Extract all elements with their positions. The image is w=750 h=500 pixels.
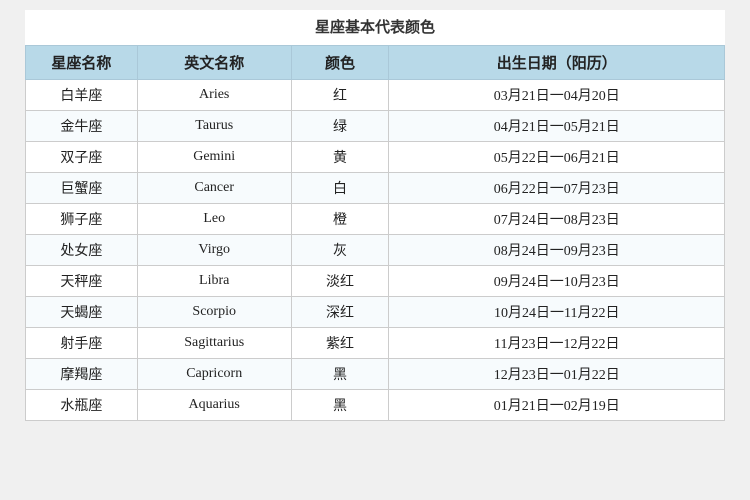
- cell-color: 橙: [291, 204, 389, 235]
- cell-zh-name: 白羊座: [26, 80, 138, 111]
- cell-date: 06月22日一07月23日: [389, 173, 725, 204]
- cell-color: 绿: [291, 111, 389, 142]
- table-row: 摩羯座Capricorn黑12月23日一01月22日: [26, 359, 725, 390]
- cell-date: 07月24日一08月23日: [389, 204, 725, 235]
- zodiac-table: 星座名称 英文名称 颜色 出生日期（阳历） 白羊座Aries红03月21日一04…: [25, 45, 725, 421]
- table-row: 天秤座Libra淡红09月24日一10月23日: [26, 266, 725, 297]
- cell-date: 09月24日一10月23日: [389, 266, 725, 297]
- cell-en-name: Libra: [137, 266, 291, 297]
- table-row: 处女座Virgo灰08月24日一09月23日: [26, 235, 725, 266]
- cell-date: 08月24日一09月23日: [389, 235, 725, 266]
- cell-color: 紫红: [291, 328, 389, 359]
- cell-en-name: Aquarius: [137, 390, 291, 421]
- cell-color: 黄: [291, 142, 389, 173]
- header-date: 出生日期（阳历）: [389, 46, 725, 80]
- table-row: 水瓶座Aquarius黑01月21日一02月19日: [26, 390, 725, 421]
- cell-zh-name: 射手座: [26, 328, 138, 359]
- cell-date: 04月21日一05月21日: [389, 111, 725, 142]
- cell-en-name: Sagittarius: [137, 328, 291, 359]
- cell-zh-name: 双子座: [26, 142, 138, 173]
- cell-en-name: Cancer: [137, 173, 291, 204]
- header-zh-name: 星座名称: [26, 46, 138, 80]
- page-title: 星座基本代表颜色: [25, 10, 725, 45]
- table-row: 狮子座Leo橙07月24日一08月23日: [26, 204, 725, 235]
- cell-date: 10月24日一11月22日: [389, 297, 725, 328]
- cell-zh-name: 天秤座: [26, 266, 138, 297]
- cell-color: 黑: [291, 390, 389, 421]
- table-row: 金牛座Taurus绿04月21日一05月21日: [26, 111, 725, 142]
- cell-color: 淡红: [291, 266, 389, 297]
- cell-date: 01月21日一02月19日: [389, 390, 725, 421]
- cell-en-name: Gemini: [137, 142, 291, 173]
- cell-color: 深红: [291, 297, 389, 328]
- cell-zh-name: 巨蟹座: [26, 173, 138, 204]
- cell-en-name: Aries: [137, 80, 291, 111]
- header-en-name: 英文名称: [137, 46, 291, 80]
- header-color: 颜色: [291, 46, 389, 80]
- table-header-row: 星座名称 英文名称 颜色 出生日期（阳历）: [26, 46, 725, 80]
- main-container: 星座基本代表颜色 星座名称 英文名称 颜色 出生日期（阳历） 白羊座Aries红…: [25, 10, 725, 421]
- cell-date: 05月22日一06月21日: [389, 142, 725, 173]
- cell-en-name: Capricorn: [137, 359, 291, 390]
- cell-color: 红: [291, 80, 389, 111]
- table-body: 白羊座Aries红03月21日一04月20日金牛座Taurus绿04月21日一0…: [26, 80, 725, 421]
- cell-en-name: Virgo: [137, 235, 291, 266]
- cell-zh-name: 处女座: [26, 235, 138, 266]
- cell-zh-name: 水瓶座: [26, 390, 138, 421]
- cell-date: 12月23日一01月22日: [389, 359, 725, 390]
- cell-en-name: Scorpio: [137, 297, 291, 328]
- cell-zh-name: 天蝎座: [26, 297, 138, 328]
- table-row: 双子座Gemini黄05月22日一06月21日: [26, 142, 725, 173]
- cell-zh-name: 摩羯座: [26, 359, 138, 390]
- table-row: 白羊座Aries红03月21日一04月20日: [26, 80, 725, 111]
- table-row: 天蝎座Scorpio深红10月24日一11月22日: [26, 297, 725, 328]
- table-row: 射手座Sagittarius紫红11月23日一12月22日: [26, 328, 725, 359]
- cell-color: 黑: [291, 359, 389, 390]
- cell-date: 03月21日一04月20日: [389, 80, 725, 111]
- cell-zh-name: 金牛座: [26, 111, 138, 142]
- cell-date: 11月23日一12月22日: [389, 328, 725, 359]
- table-row: 巨蟹座Cancer白06月22日一07月23日: [26, 173, 725, 204]
- cell-en-name: Leo: [137, 204, 291, 235]
- cell-en-name: Taurus: [137, 111, 291, 142]
- cell-color: 白: [291, 173, 389, 204]
- cell-zh-name: 狮子座: [26, 204, 138, 235]
- cell-color: 灰: [291, 235, 389, 266]
